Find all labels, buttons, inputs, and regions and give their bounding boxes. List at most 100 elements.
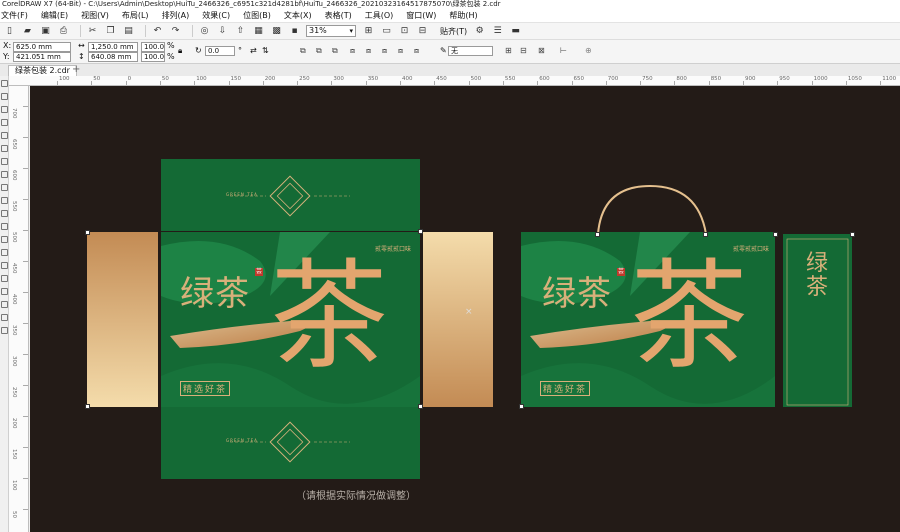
undo-icon[interactable]: ↶ (151, 25, 164, 38)
menu-layout[interactable]: 布局(L) (121, 10, 149, 21)
combine-icon[interactable]: ⧈ (350, 46, 355, 56)
transparency-tool-icon[interactable] (1, 249, 8, 256)
docker-icon[interactable]: ☰ (491, 25, 504, 38)
break-apart-icon[interactable]: ⧈ (366, 46, 371, 56)
publish-pdf-icon[interactable]: ▦ (252, 25, 265, 38)
cut-icon[interactable]: ✂ (86, 25, 99, 38)
menu-effects[interactable]: 效果(C) (201, 10, 230, 21)
import-icon[interactable]: ⇩ (216, 25, 229, 38)
menu-help[interactable]: 帮助(H) (448, 10, 477, 21)
zoom-tool-icon[interactable] (1, 119, 8, 126)
ungroup-icon[interactable]: ⧉ (316, 46, 322, 56)
redo-icon[interactable]: ↷ (169, 25, 182, 38)
drop-shadow-tool-icon[interactable] (1, 236, 8, 243)
mirror-horizontal-icon[interactable]: ⇄ (250, 46, 257, 56)
parallel-dimension-tool-icon[interactable] (1, 210, 8, 217)
menu-edit[interactable]: 编辑(E) (40, 10, 68, 21)
x-position-input[interactable]: 625.0 mm (13, 42, 71, 52)
scale-x-input[interactable]: 100.0 (141, 42, 165, 52)
height-input[interactable]: 640.08 mm (88, 52, 138, 62)
ruler-tick-label: 700 (11, 108, 17, 119)
snap-to-dropdown[interactable]: 贴齐(T) (440, 26, 467, 37)
align-distribute-icon[interactable]: ⊢ (560, 46, 567, 56)
lock-ratio-icon[interactable]: 🔒︎ (178, 46, 182, 56)
add-icon[interactable]: ⊕ (585, 46, 592, 56)
print-icon[interactable]: ⎙ (57, 25, 70, 38)
full-screen-icon[interactable]: ⊞ (362, 25, 375, 38)
rotation-input[interactable]: 0.0 (205, 46, 235, 56)
show-rulers-icon[interactable]: ▭ (380, 25, 393, 38)
save-icon[interactable]: ▣ (39, 25, 52, 38)
outline-width-select[interactable]: 无 (448, 46, 493, 56)
mirror-vertical-icon[interactable]: ⇅ (262, 46, 269, 56)
rectangle-tool-icon[interactable] (1, 158, 8, 165)
scale-y-input[interactable]: 100.0 (141, 52, 165, 62)
options-icon[interactable]: ⚙ (473, 25, 486, 38)
open-folder-icon[interactable]: ▰ (21, 25, 34, 38)
fill-tool-icon[interactable] (1, 314, 8, 321)
create-boundary-icon[interactable]: ⊠ (538, 46, 545, 56)
freehand-tool-icon[interactable] (1, 132, 8, 139)
menu-table[interactable]: 表格(T) (324, 10, 352, 21)
y-position-input[interactable]: 421.051 mm (13, 52, 71, 62)
mesh-tool-icon[interactable] (1, 327, 8, 334)
menu-arrange[interactable]: 排列(A) (161, 10, 190, 21)
welcome-screen-icon[interactable]: ▪ (288, 25, 301, 38)
selection-handle[interactable] (85, 230, 90, 235)
show-grid-icon[interactable]: ⊡ (398, 25, 411, 38)
selection-handle[interactable] (773, 232, 778, 237)
group-icon[interactable]: ⧉ (300, 46, 306, 56)
weld-icon[interactable]: ⧈ (382, 46, 387, 56)
outline-tool-icon[interactable] (1, 301, 8, 308)
vertical-ruler[interactable]: 700 650 600 550 500 450 400 350 300 250 200 150 100 5… (9, 86, 29, 532)
ungroup-all-icon[interactable]: ⧉ (332, 46, 338, 56)
trim-icon[interactable]: ⧈ (398, 46, 403, 56)
new-document-icon[interactable]: ▯ (3, 25, 16, 38)
smart-fill-tool-icon[interactable] (1, 288, 8, 295)
ruler-tick-label: 900 (745, 76, 756, 82)
menu-view[interactable]: 视图(V) (80, 10, 109, 21)
horizontal-ruler[interactable]: 100 50 0 50 100 150 200 250 300 350 400 450 500 550 60… (9, 76, 900, 86)
align-icon[interactable]: ⊞ (505, 46, 512, 56)
menu-text[interactable]: 文本(X) (283, 10, 312, 21)
menu-tools[interactable]: 工具(O) (364, 10, 394, 21)
menu-bitmaps[interactable]: 位图(B) (242, 10, 271, 21)
application-launcher-icon[interactable]: ▩ (270, 25, 283, 38)
selection-handle[interactable] (418, 229, 423, 234)
selection-handle[interactable] (418, 404, 423, 409)
pick-tool-icon[interactable] (1, 80, 8, 87)
selection-handle[interactable] (519, 404, 524, 409)
text-tool-icon[interactable] (1, 197, 8, 204)
shape-tool-icon[interactable] (1, 93, 8, 100)
menu-window[interactable]: 窗口(W) (405, 10, 436, 21)
ruler-tick-label: 200 (264, 76, 276, 82)
ellipse-tool-icon[interactable] (1, 171, 8, 178)
wrap-text-icon[interactable]: ⊟ (520, 46, 527, 56)
intersect-icon[interactable]: ⧈ (414, 46, 419, 56)
scale-y-unit: % (167, 52, 175, 61)
crop-tool-icon[interactable] (1, 106, 8, 113)
ruler-tick-label: 850 (710, 76, 722, 82)
eyedropper-tool-icon[interactable] (1, 262, 8, 269)
paste-icon[interactable]: ▤ (122, 25, 135, 38)
window-title: CorelDRAW X7 (64-Bit) - C:\Users\Admin\D… (0, 0, 900, 9)
selection-handle[interactable] (595, 232, 600, 237)
color-icon[interactable]: ▬ (509, 25, 522, 38)
menu-file[interactable]: 文件(F) (0, 10, 28, 21)
export-icon[interactable]: ⇧ (234, 25, 247, 38)
drawing-canvas[interactable]: 绿茶 芸 茶 贰零贰贰口味 精选好茶 GREEN TEA GREEN TEA 绿… (30, 86, 900, 532)
show-guidelines-icon[interactable]: ⊟ (416, 25, 429, 38)
artistic-media-tool-icon[interactable] (1, 145, 8, 152)
selection-handle[interactable] (703, 232, 708, 237)
connector-tool-icon[interactable] (1, 223, 8, 230)
tab-document[interactable]: 绿茶包装 2.cdr (8, 65, 77, 76)
interactive-fill-tool-icon[interactable] (1, 275, 8, 282)
copy-icon[interactable]: ❐ (104, 25, 117, 38)
width-input[interactable]: 1,250.0 mm (88, 42, 138, 52)
zoom-level-select[interactable]: 31% (306, 25, 356, 37)
search-content-icon[interactable]: ◎ (198, 25, 211, 38)
selection-handle[interactable] (85, 404, 90, 409)
polygon-tool-icon[interactable] (1, 184, 8, 191)
selection-handle[interactable] (850, 232, 855, 237)
add-tab-icon[interactable]: + (72, 64, 80, 75)
